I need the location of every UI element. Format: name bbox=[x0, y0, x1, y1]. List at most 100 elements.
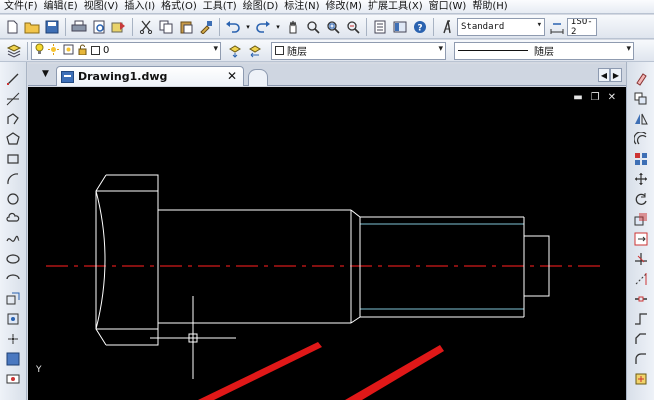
thread-section bbox=[359, 216, 525, 318]
layer-lock-icon[interactable] bbox=[78, 44, 87, 58]
cut-icon[interactable] bbox=[138, 19, 154, 35]
layer-manager-icon[interactable] bbox=[6, 43, 22, 59]
explode-icon[interactable] bbox=[632, 370, 650, 388]
scale-icon[interactable] bbox=[632, 210, 650, 228]
menu-tools[interactable]: 工具(T) bbox=[203, 0, 243, 14]
menu-view[interactable]: 视图(V) bbox=[84, 0, 125, 14]
join-icon[interactable] bbox=[632, 310, 650, 328]
insert-block-icon[interactable] bbox=[4, 290, 22, 308]
erase-icon[interactable] bbox=[632, 70, 650, 88]
ellipse-arc-icon[interactable] bbox=[4, 270, 22, 288]
menu-dimension[interactable]: 标注(N) bbox=[284, 0, 325, 14]
paste-icon[interactable] bbox=[178, 19, 194, 35]
circle-icon[interactable] bbox=[4, 190, 22, 208]
menu-draw[interactable]: 绘图(D) bbox=[243, 0, 285, 14]
layer-viewport-icon[interactable] bbox=[63, 44, 74, 58]
chamfer-icon[interactable] bbox=[632, 330, 650, 348]
array-icon[interactable] bbox=[632, 150, 650, 168]
make-block-icon[interactable] bbox=[4, 310, 22, 328]
match-properties-icon[interactable] bbox=[198, 19, 214, 35]
redo-icon[interactable] bbox=[255, 19, 271, 35]
text-style-dropdown[interactable]: Standard ▾ bbox=[457, 17, 545, 36]
line-icon[interactable] bbox=[4, 70, 22, 88]
color-swatch bbox=[275, 46, 284, 55]
zoom-window-icon[interactable] bbox=[325, 19, 341, 35]
spline-icon[interactable] bbox=[4, 230, 22, 248]
standard-toolbar: ▾ ▾ ? Standard ▾ ISO-2 bbox=[0, 15, 654, 39]
chevron-down-icon: ▾ bbox=[213, 43, 218, 54]
offset-icon[interactable] bbox=[632, 130, 650, 148]
layers-toolbar: 0 ▾ 随层 ▾ 随层 ▾ bbox=[0, 40, 654, 62]
zoom-previous-icon[interactable] bbox=[345, 19, 361, 35]
construction-line-icon[interactable] bbox=[4, 90, 22, 108]
mirror-icon[interactable] bbox=[632, 110, 650, 128]
pan-hand-icon[interactable] bbox=[285, 19, 301, 35]
tab-menu-icon[interactable]: ▼ bbox=[42, 69, 49, 79]
menu-window[interactable]: 窗口(W) bbox=[429, 0, 473, 14]
copy-icon[interactable] bbox=[632, 90, 650, 108]
undo-dropdown-icon[interactable]: ▾ bbox=[245, 19, 251, 35]
dimension-style-icon[interactable] bbox=[549, 19, 565, 35]
layer-on-bulb-icon[interactable] bbox=[35, 43, 44, 58]
layer-previous-icon[interactable] bbox=[247, 43, 263, 59]
menu-edit[interactable]: 编辑(E) bbox=[44, 0, 84, 14]
copy-clip-icon[interactable] bbox=[158, 19, 174, 35]
point-icon[interactable] bbox=[4, 330, 22, 348]
publish-icon[interactable] bbox=[111, 19, 127, 35]
arc-icon[interactable] bbox=[4, 170, 22, 188]
zoom-realtime-icon[interactable] bbox=[305, 19, 321, 35]
print-preview-icon[interactable] bbox=[91, 19, 107, 35]
rotate-icon[interactable] bbox=[632, 190, 650, 208]
tab-scroll-left-icon[interactable]: ◀ bbox=[598, 68, 610, 82]
layer-color-swatch bbox=[91, 46, 100, 55]
region-icon[interactable] bbox=[4, 370, 22, 388]
layer-value: 0 bbox=[103, 45, 110, 56]
hatch-icon[interactable] bbox=[4, 350, 22, 368]
new-file-icon[interactable] bbox=[4, 19, 20, 35]
open-folder-icon[interactable] bbox=[24, 19, 40, 35]
linetype-sample bbox=[458, 50, 528, 51]
menu-format[interactable]: 格式(O) bbox=[161, 0, 203, 14]
help-icon[interactable]: ? bbox=[412, 19, 428, 35]
menu-help[interactable]: 帮助(H) bbox=[472, 0, 513, 14]
svg-text:?: ? bbox=[417, 23, 422, 33]
document-tab-bar: ▼ Drawing1.dwg ✕ ◀ ▶ bbox=[28, 64, 626, 86]
fillet-icon[interactable] bbox=[632, 350, 650, 368]
linetype-control-dropdown[interactable]: 随层 ▾ bbox=[454, 41, 634, 60]
drawing-canvas[interactable]: ▬ ❐ ✕ Y bbox=[28, 87, 626, 400]
undo-icon[interactable] bbox=[225, 19, 241, 35]
dimension-style-value: ISO-2 bbox=[571, 17, 593, 36]
menu-insert[interactable]: 插入(I) bbox=[124, 0, 161, 14]
print-icon[interactable] bbox=[71, 19, 87, 35]
menu-file[interactable]: 文件(F) bbox=[4, 0, 44, 14]
crosshair-cursor bbox=[150, 296, 236, 379]
make-object-layer-current-icon[interactable] bbox=[227, 43, 243, 59]
revision-cloud-icon[interactable] bbox=[4, 210, 22, 228]
extend-icon[interactable] bbox=[632, 270, 650, 288]
new-tab-button[interactable] bbox=[248, 69, 268, 86]
break-icon[interactable] bbox=[632, 290, 650, 308]
annotation-arrows bbox=[198, 342, 444, 400]
text-style-icon[interactable] bbox=[439, 19, 455, 35]
stretch-icon[interactable] bbox=[632, 230, 650, 248]
redo-dropdown-icon[interactable]: ▾ bbox=[275, 19, 281, 35]
rectangle-icon[interactable] bbox=[4, 150, 22, 168]
layer-thaw-sun-icon[interactable] bbox=[48, 43, 59, 58]
design-center-icon[interactable] bbox=[392, 19, 408, 35]
dimension-style-dropdown[interactable]: ISO-2 bbox=[567, 17, 597, 36]
properties-palette-icon[interactable] bbox=[372, 19, 388, 35]
close-tab-icon[interactable]: ✕ bbox=[227, 69, 237, 83]
chevron-down-icon: ▾ bbox=[626, 43, 631, 54]
menu-extensions[interactable]: 扩展工具(X) bbox=[368, 0, 429, 14]
menu-modify[interactable]: 修改(M) bbox=[326, 0, 368, 14]
ellipse-icon[interactable] bbox=[4, 250, 22, 268]
trim-icon[interactable] bbox=[632, 250, 650, 268]
save-icon[interactable] bbox=[44, 19, 60, 35]
tab-scroll-right-icon[interactable]: ▶ bbox=[610, 68, 622, 82]
layer-dropdown[interactable]: 0 ▾ bbox=[31, 41, 221, 60]
move-icon[interactable] bbox=[632, 170, 650, 188]
polyline-icon[interactable] bbox=[4, 110, 22, 128]
polygon-icon[interactable] bbox=[4, 130, 22, 148]
color-control-dropdown[interactable]: 随层 ▾ bbox=[271, 41, 446, 60]
tab-drawing1[interactable]: Drawing1.dwg ✕ bbox=[56, 66, 244, 86]
